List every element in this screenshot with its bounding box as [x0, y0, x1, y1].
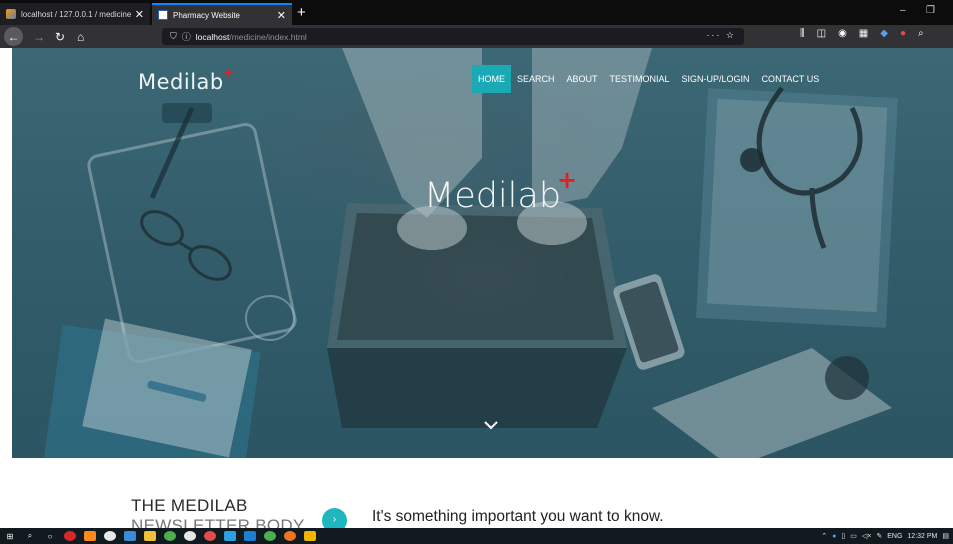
forward-button[interactable]: → — [33, 27, 45, 46]
browser-nav-bar: ← → ↻ ⌂ ⛉ ⓘ localhost/medicine/index.htm… — [0, 25, 953, 48]
battery-icon[interactable]: ▯ — [841, 532, 845, 540]
app-icon[interactable] — [204, 531, 216, 541]
system-tray: ⌃ ● ▯ ▭ ◁× ✎ ENG 12:32 PM ▤ — [821, 528, 949, 544]
address-bar[interactable]: ⛉ ⓘ localhost/medicine/index.html ··· ☆ — [162, 28, 744, 45]
chrome-icon[interactable] — [104, 531, 116, 541]
hero-title: Medilab + — [424, 166, 577, 216]
sidebar-icon[interactable]: ◫ — [817, 28, 826, 39]
network-icon[interactable]: ▭ — [850, 532, 857, 540]
vlc-icon[interactable] — [144, 531, 156, 541]
bluetooth-icon[interactable]: ● — [832, 533, 836, 540]
back-arrow-icon: ← — [7, 29, 20, 44]
close-tab-icon[interactable]: ✕ — [277, 9, 286, 22]
tab-pharmacy-website[interactable]: Pharmacy Website ✕ — [152, 3, 292, 25]
hero-plus-mark: + — [556, 166, 578, 194]
restore-button[interactable]: ❐ — [926, 5, 935, 16]
url-path: /medicine/index.html — [229, 31, 307, 42]
hero-background-illustration — [43, 48, 898, 458]
browser-tab-strip: localhost / 127.0.0.1 / medicine ✕ Pharm… — [0, 0, 953, 25]
app-icon[interactable] — [284, 531, 296, 541]
info-icon: ⓘ — [181, 32, 191, 42]
home-icon: ⌂ — [77, 29, 85, 44]
tab-phpmyadmin[interactable]: localhost / 127.0.0.1 / medicine ✕ — [0, 3, 150, 25]
close-tab-icon[interactable]: ✕ — [135, 8, 144, 21]
search-icon[interactable]: ⌕ — [918, 28, 924, 39]
section-text: It's something important you want to kno… — [372, 508, 664, 525]
site-logo[interactable]: Medilab + — [138, 64, 234, 94]
chevron-up-icon[interactable]: ⌃ — [821, 532, 827, 540]
nav-contact-us[interactable]: CONTACT US — [756, 65, 826, 93]
phpmyadmin-icon — [6, 9, 16, 19]
nav-testimonial[interactable]: TESTIMONIAL — [604, 65, 676, 93]
file-explorer-icon[interactable] — [124, 531, 136, 541]
logo-plus-mark: + — [221, 64, 235, 82]
app-icon[interactable] — [304, 531, 316, 541]
hero-section: Medilab + HOME SEARCH ABOUT TESTIMONIAL … — [12, 48, 953, 458]
opera-icon[interactable] — [64, 531, 76, 541]
section-heading-line2: NEWSLETTER BODY — [131, 516, 305, 528]
nav-signup-login[interactable]: SIGN-UP/LOGIN — [676, 65, 756, 93]
url-host: localhost — [195, 31, 230, 42]
app-icon[interactable] — [224, 531, 236, 541]
tab-title: Pharmacy Website — [173, 10, 240, 20]
firefox-icon[interactable] — [84, 531, 96, 541]
home-button[interactable]: ⌂ — [77, 27, 84, 46]
task-view-icon[interactable]: ○ — [44, 531, 56, 541]
toolbar-icons: ⫼ ◫ ◉ ▦ ◆ ● ⌕ — [800, 28, 924, 39]
extension-icon[interactable]: ● — [900, 28, 906, 39]
reload-icon: ↻ — [55, 29, 66, 44]
volume-icon[interactable]: ◁× — [862, 532, 871, 540]
site-nav: HOME SEARCH ABOUT TESTIMONIAL SIGN-UP/LO… — [472, 65, 825, 93]
pen-icon[interactable]: ✎ — [876, 532, 882, 540]
minimize-button[interactable]: – — [900, 5, 906, 16]
extension-icon[interactable]: ◆ — [880, 28, 888, 39]
app-icon[interactable] — [184, 531, 196, 541]
search-icon[interactable]: ⌕ — [24, 531, 36, 541]
reload-button[interactable]: ↻ — [55, 27, 65, 46]
tab-title: localhost / 127.0.0.1 / medicine — [21, 9, 131, 19]
account-icon[interactable]: ◉ — [838, 28, 847, 39]
nav-search[interactable]: SEARCH — [511, 65, 561, 93]
vscode-icon[interactable] — [244, 531, 256, 541]
shield-icon: ⛉ — [170, 31, 177, 41]
library-icon[interactable]: ⫼ — [800, 28, 805, 39]
start-windows-icon[interactable]: ⊞ — [4, 531, 16, 541]
nav-about[interactable]: ABOUT — [561, 65, 604, 93]
page-actions[interactable]: ··· ☆ — [706, 30, 736, 41]
scroll-down-chevron-icon[interactable] — [484, 420, 504, 436]
new-tab-button[interactable]: + — [297, 3, 306, 23]
section-heading-line1: THE MEDILAB — [131, 496, 248, 515]
language-indicator[interactable]: ENG — [887, 533, 902, 540]
nav-home[interactable]: HOME — [472, 65, 511, 93]
section-heading: THE MEDILAB NEWSLETTER BODY — [131, 496, 305, 528]
app-icon[interactable] — [264, 531, 276, 541]
app-icon[interactable] — [164, 531, 176, 541]
logo-text: Medilab — [138, 70, 224, 94]
hero-title-text: Medilab — [424, 176, 562, 216]
extension-icon[interactable]: ▦ — [859, 28, 868, 39]
clock[interactable]: 12:32 PM — [907, 533, 937, 540]
forward-arrow-icon: → — [33, 29, 45, 44]
pharmacy-favicon-icon — [158, 10, 168, 20]
notifications-icon[interactable]: ▤ — [942, 532, 949, 540]
windows-taskbar: ⊞ ⌕ ○ ⌃ ● ▯ ▭ ◁× ✎ ENG 12:32 PM ▤ — [0, 528, 953, 544]
back-button[interactable]: ← — [4, 27, 23, 46]
